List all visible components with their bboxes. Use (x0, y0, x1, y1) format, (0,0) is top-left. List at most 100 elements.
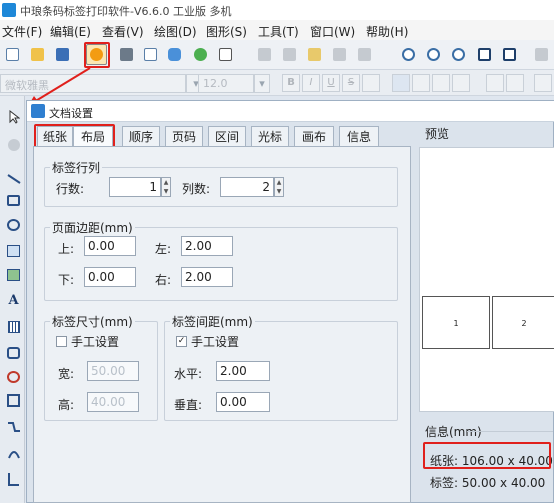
open-icon[interactable] (27, 44, 48, 65)
polygon-tool-icon[interactable] (5, 470, 22, 487)
label-height-input[interactable]: 40.00 (87, 392, 139, 412)
ellipse-tool-icon[interactable] (5, 216, 22, 233)
zoom-out-icon[interactable] (423, 44, 444, 65)
bold-button[interactable]: B (282, 74, 300, 92)
menu-shape[interactable]: 图形(S) (206, 23, 247, 40)
tab-cursor[interactable]: 光标 (251, 126, 289, 147)
shape-tool-icon[interactable] (5, 368, 22, 385)
menu-file[interactable]: 文件(F) (2, 23, 42, 40)
tab-canvas[interactable]: 画布 (294, 126, 334, 147)
menu-bar: 文件(F) 编辑(E) 查看(V) 绘图(D) 图形(S) 工具(T) 窗口(W… (0, 20, 554, 40)
align-left-icon[interactable] (392, 74, 410, 92)
margin-right-input[interactable]: 2.00 (181, 267, 233, 287)
preview-label-2: 2 (492, 296, 554, 349)
rectangle-tool-icon[interactable] (5, 192, 22, 209)
superscript-icon[interactable] (362, 74, 380, 92)
rotate-icon[interactable] (5, 136, 22, 153)
paste-icon[interactable] (304, 44, 325, 65)
tab-info[interactable]: 信息 (339, 126, 379, 147)
label-size-manual-checkbox[interactable] (56, 336, 67, 347)
margin-bottom-input[interactable]: 0.00 (84, 267, 136, 287)
picture-tool-icon[interactable] (5, 242, 22, 259)
cols-spinner[interactable]: ▲ ▼ (274, 177, 284, 197)
line-spacing-icon[interactable] (534, 74, 552, 92)
cols-input[interactable]: 2 (220, 177, 274, 197)
undo-icon[interactable] (329, 44, 350, 65)
copy-icon[interactable] (279, 44, 300, 65)
document-settings-dialog: 文档设置 纸张 布局 顺序 页码 区间 光标 画布 信息 标签行列 行数: 1 … (26, 100, 554, 503)
margin-top-input[interactable]: 0.00 (84, 236, 136, 256)
cols-label: 列数: (182, 182, 211, 196)
curve-tool-icon[interactable] (5, 418, 22, 435)
tab-range[interactable]: 区间 (208, 126, 246, 147)
gap-vertical-label: 垂直: (174, 398, 203, 412)
table-tool-icon[interactable] (5, 392, 22, 409)
menu-help[interactable]: 帮助(H) (366, 23, 408, 40)
strikethrough-button[interactable]: S (342, 74, 360, 92)
text-tool-icon[interactable]: A (5, 292, 22, 309)
margin-left-input[interactable]: 2.00 (181, 236, 233, 256)
menu-view[interactable]: 查看(V) (102, 23, 144, 40)
rows-spinner[interactable]: ▲ ▼ (161, 177, 171, 197)
line-tool-icon[interactable] (5, 170, 22, 187)
preview-area: 1 2 (419, 147, 554, 412)
database-icon[interactable] (164, 44, 185, 65)
new-icon[interactable] (2, 44, 23, 65)
font-size-select[interactable]: 12.0 (198, 74, 254, 93)
indent-icon[interactable] (486, 74, 504, 92)
align-right-icon[interactable] (432, 74, 450, 92)
dialog-title: 文档设置 (49, 107, 93, 120)
rows-input[interactable]: 1 (109, 177, 161, 197)
linear-barcode-icon[interactable] (5, 344, 22, 361)
image-tool-icon[interactable] (5, 266, 22, 283)
app-title: 中琅条码标签打印软件-V6.6.0 工业版 多机 (20, 5, 232, 18)
layout-panel: 标签行列 行数: 1 ▲ ▼ 列数: 2 ▲ ▼ 页面边距(mm) 上: 0.00 … (33, 146, 411, 503)
zoom-actual-icon[interactable] (499, 44, 520, 65)
label-size-legend: 标签尺寸(mm) (50, 313, 135, 330)
print-icon[interactable] (116, 44, 137, 65)
drawing-toolbar: A (0, 96, 25, 503)
arc-tool-icon[interactable] (5, 444, 22, 461)
tab-order[interactable]: 顺序 (122, 126, 160, 147)
gap-vertical-input[interactable]: 0.00 (216, 392, 270, 412)
info-divider (467, 431, 553, 432)
more-icon[interactable] (531, 44, 552, 65)
align-justify-icon[interactable] (452, 74, 470, 92)
menu-window[interactable]: 窗口(W) (310, 23, 355, 40)
underline-button[interactable]: U (322, 74, 340, 92)
save-icon[interactable] (52, 44, 73, 65)
preview-title: 预览 (425, 127, 450, 141)
redo-icon[interactable] (354, 44, 375, 65)
zoom-fit-icon[interactable] (448, 44, 469, 65)
menu-draw[interactable]: 绘图(D) (154, 23, 197, 40)
barcode-tool-icon[interactable] (5, 318, 22, 335)
font-size-dropdown[interactable]: ▾ (254, 74, 270, 93)
label-size-manual-label: 手工设置 (71, 335, 120, 349)
zoom-in-icon[interactable] (398, 44, 419, 65)
menu-edit[interactable]: 编辑(E) (50, 23, 91, 40)
label-gap-manual-label: 手工设置 (191, 335, 240, 349)
margin-top-label: 上: (58, 242, 75, 256)
align-center-icon[interactable] (412, 74, 430, 92)
gap-horizontal-label: 水平: (174, 367, 203, 381)
dialog-titlebar: 文档设置 (27, 101, 554, 122)
preview-label-1: 1 (422, 296, 490, 349)
grid-icon[interactable] (215, 44, 236, 65)
outdent-icon[interactable] (506, 74, 524, 92)
image-icon[interactable] (190, 44, 211, 65)
menu-tools[interactable]: 工具(T) (258, 23, 299, 40)
cut-icon[interactable] (254, 44, 275, 65)
margin-right-label: 右: (155, 273, 172, 287)
label-gap-manual-checkbox[interactable]: ✓ (176, 336, 187, 347)
tab-page-number[interactable]: 页码 (165, 126, 203, 147)
gap-horizontal-input[interactable]: 2.00 (216, 361, 270, 381)
zoom-page-icon[interactable] (474, 44, 495, 65)
label-width-label: 宽: (58, 367, 75, 381)
print-preview-icon[interactable] (140, 44, 161, 65)
italic-button[interactable]: I (302, 74, 320, 92)
highlight-paper-size (423, 442, 551, 469)
margin-left-label: 左: (155, 242, 172, 256)
label-width-input[interactable]: 50.00 (87, 361, 139, 381)
margin-bottom-label: 下: (58, 273, 75, 287)
app-titlebar: 中琅条码标签打印软件-V6.6.0 工业版 多机 (0, 0, 554, 20)
